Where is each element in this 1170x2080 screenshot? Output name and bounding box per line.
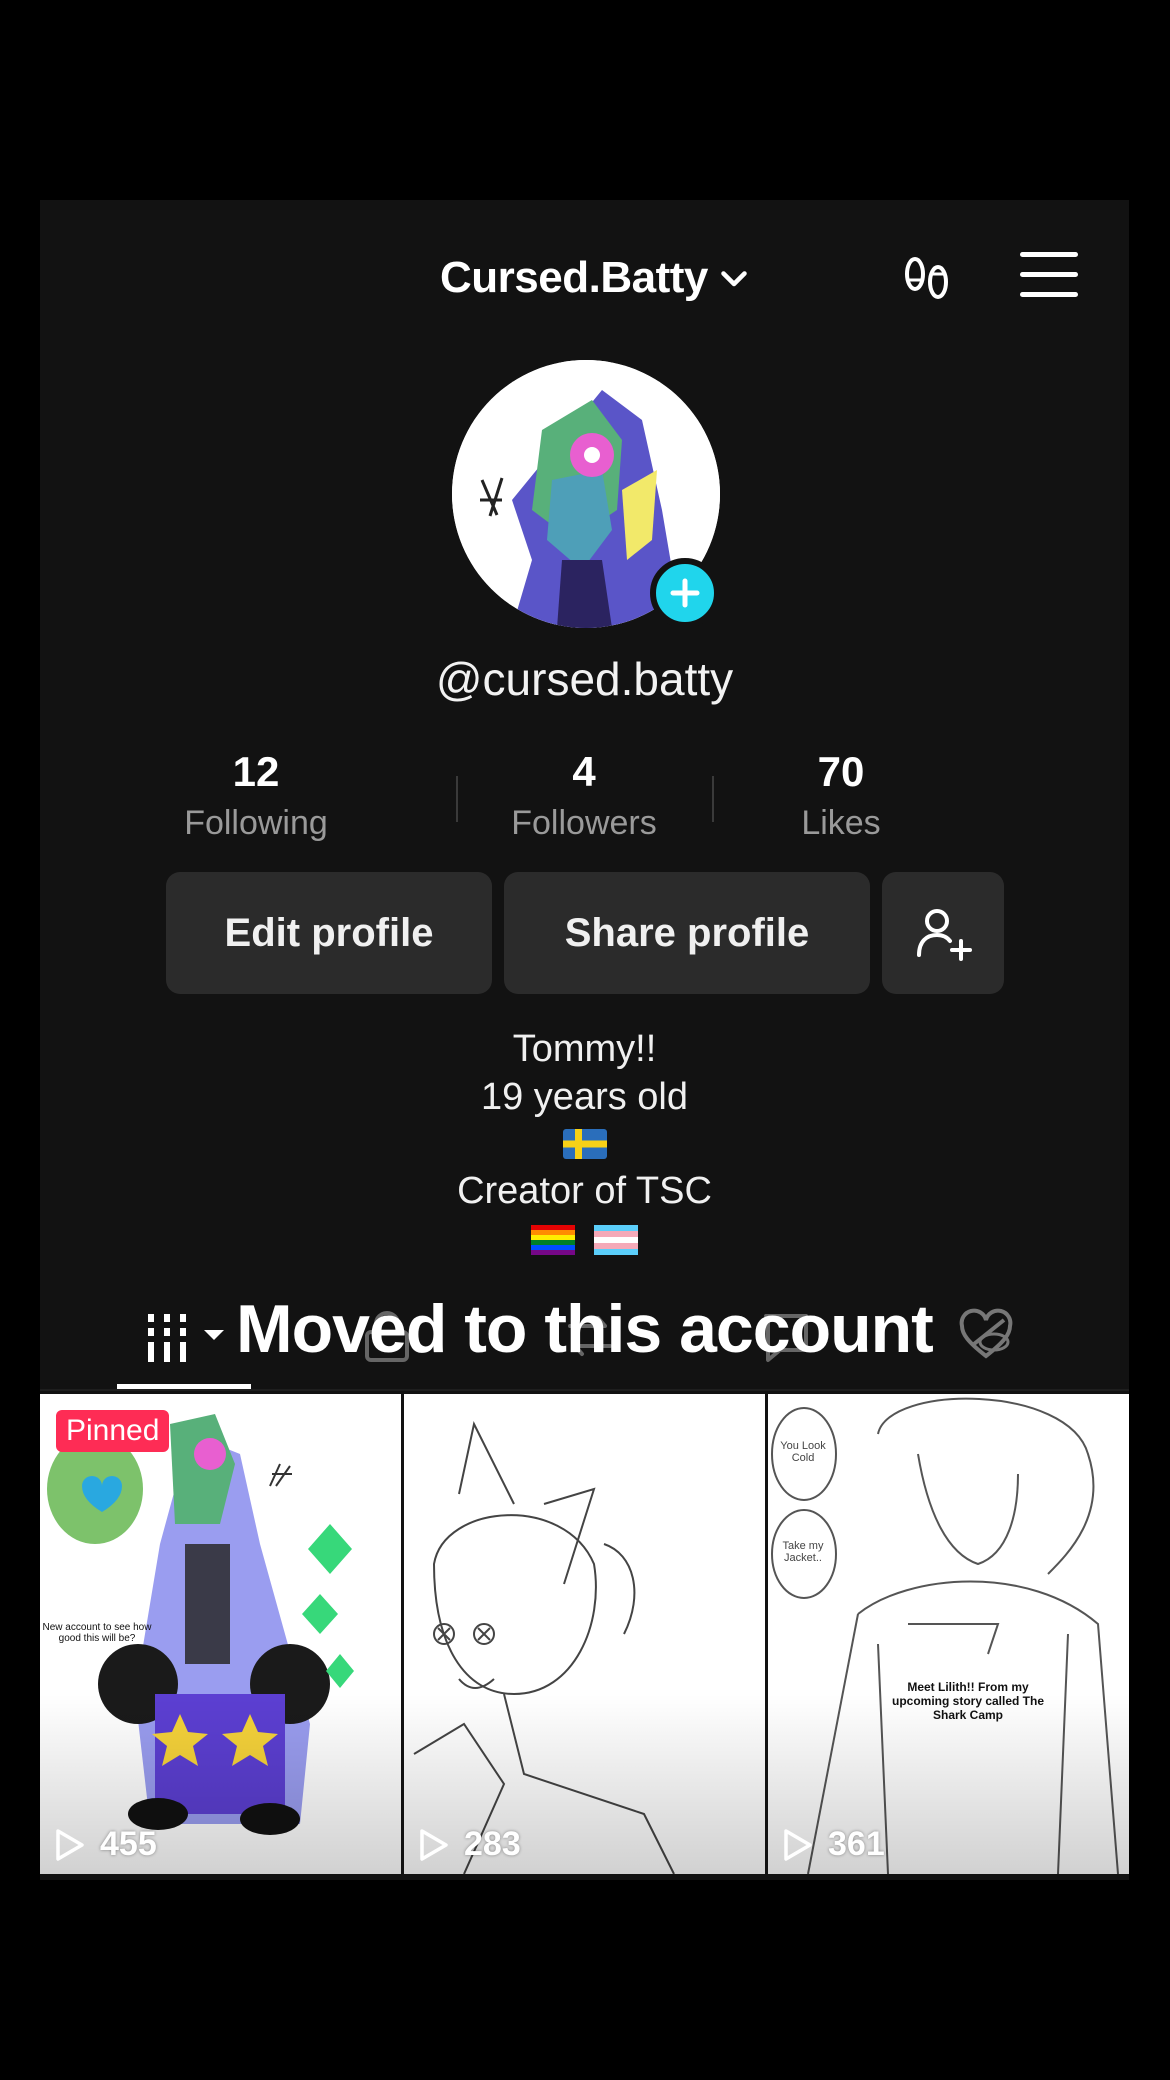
- plus-icon: [670, 578, 700, 608]
- bio-flag-row: [40, 1124, 1129, 1164]
- speech-bubble-text: Take my Jacket..: [782, 1540, 824, 1564]
- tabs-divider: [40, 1389, 1129, 1391]
- stat-divider: [456, 776, 458, 822]
- view-count: 455: [54, 1825, 157, 1864]
- likes-label: Likes: [801, 804, 881, 842]
- account-switcher[interactable]: Cursed.Batty: [440, 248, 752, 308]
- bio-name: Tommy!!: [512, 1028, 657, 1070]
- speech-bubble-text: You Look Cold: [780, 1440, 826, 1464]
- footprints-icon[interactable]: [898, 248, 958, 308]
- transgender-flag-icon: [593, 1225, 638, 1255]
- overlay-text: Moved to this account: [236, 1291, 934, 1367]
- play-icon: [420, 1828, 448, 1861]
- tab-liked[interactable]: [956, 1308, 1016, 1369]
- account-name: Cursed.Batty: [440, 253, 708, 302]
- bio-age: 19 years old: [480, 1076, 688, 1118]
- view-count-value: 455: [100, 1825, 157, 1863]
- stats-row: 12 Following 4 Followers 70 Likes: [40, 748, 1129, 858]
- stat-likes[interactable]: 70 Likes: [731, 748, 951, 843]
- top-bar: Cursed.Batty: [40, 200, 1129, 350]
- stat-followers[interactable]: 4 Followers: [474, 748, 694, 843]
- video-grid: New account to see how good this will be…: [40, 1394, 1129, 1874]
- followers-label: Followers: [511, 804, 657, 842]
- liked-hidden-icon: [959, 1308, 1013, 1359]
- tab-videos[interactable]: [144, 1306, 244, 1366]
- share-profile-label: Share profile: [564, 910, 810, 955]
- video-caption: New account to see how good this will be…: [42, 1622, 152, 1644]
- likes-count: 70: [817, 748, 865, 795]
- following-label: Following: [184, 804, 328, 842]
- sweden-flag-icon: [562, 1129, 607, 1159]
- bio-pride-row: [40, 1220, 1129, 1260]
- add-friend-button[interactable]: [882, 872, 1004, 994]
- share-profile-button[interactable]: Share profile: [504, 872, 870, 994]
- view-count-value: 283: [464, 1825, 521, 1863]
- followers-count: 4: [572, 748, 596, 795]
- add-story-button[interactable]: [650, 558, 720, 628]
- view-count: 283: [418, 1825, 521, 1864]
- add-user-icon: [917, 909, 972, 961]
- edit-profile-button[interactable]: Edit profile: [166, 872, 492, 994]
- following-count: 12: [232, 748, 280, 795]
- profile-screen: Cursed.Batty @cursed.batty 12 Following …: [40, 200, 1129, 1880]
- edit-profile-label: Edit profile: [224, 910, 434, 955]
- view-count: 361: [782, 1825, 885, 1864]
- hamburger-menu-icon[interactable]: [1020, 252, 1078, 300]
- video-tile[interactable]: New account to see how good this will be…: [40, 1394, 401, 1874]
- stat-divider: [712, 776, 714, 822]
- view-count-value: 361: [828, 1825, 885, 1863]
- chevron-down-icon: [721, 271, 747, 287]
- grid-icon: [148, 1314, 224, 1362]
- stat-following[interactable]: 12 Following: [146, 748, 366, 843]
- profile-handle: @cursed.batty: [435, 653, 734, 705]
- video-tile[interactable]: You Look Cold Take my Jacket.. Meet Lili…: [768, 1394, 1129, 1874]
- pinned-badge: Pinned: [56, 1410, 170, 1452]
- bio-line: Creator of TSC: [457, 1170, 712, 1212]
- rainbow-flag-icon: [531, 1225, 576, 1255]
- video-tile[interactable]: 283: [404, 1394, 765, 1874]
- play-icon: [784, 1828, 812, 1861]
- play-icon: [56, 1828, 84, 1861]
